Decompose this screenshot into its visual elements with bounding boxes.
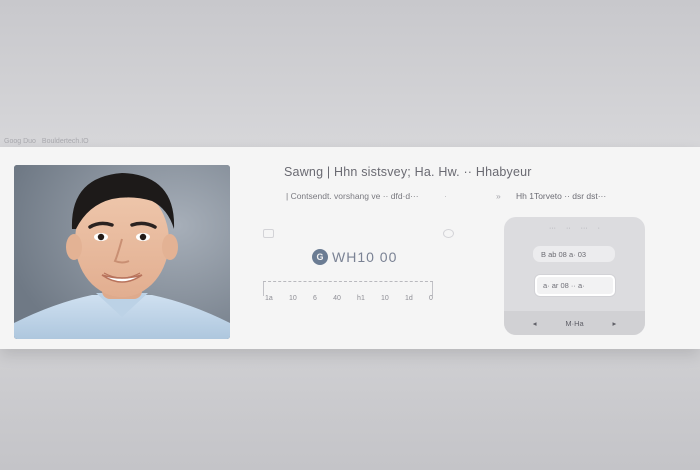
timeline-left-tick [263,282,264,296]
window-tabs: Goog Duo Bouldertech.IO [0,134,89,148]
profile-card: Sawng | Hhn sistsvey; Ha. Hw. ·· Hhabyeu… [0,147,700,349]
tab-2[interactable]: Bouldertech.IO [42,138,89,145]
panel-header: ··· ·· ··· · [504,225,645,232]
footer-right-icon[interactable]: ▸ [612,319,616,328]
panel-header-item: ··· [548,225,556,232]
tab-1[interactable]: Goog Duo [4,138,36,145]
panel-chip-selected[interactable]: a· ar 08 ·· a· [535,275,615,296]
panel-header-item: ··· [580,225,588,232]
profile-photo-image [14,165,230,339]
timeline-tick: 10 [381,295,389,302]
subline-trail: · [444,191,447,201]
brand-name: WH10 00 [332,249,398,265]
footer-left-icon[interactable]: ◂ [533,319,537,328]
next-control-icon[interactable] [443,229,454,238]
side-arrow-icon: » [496,191,501,201]
timeline-right-tick [432,282,433,296]
timeline-tick: 40 [333,295,341,302]
panel-header-item: · [597,225,600,232]
timeline-ticks: 1a 10 6 40 h1 10 1d 0 [265,295,433,302]
timeline-tick: 1d [405,295,413,302]
profile-photo [14,165,230,339]
panel-chip-primary[interactable]: B ab 08 a· 03 [533,246,615,262]
profile-headline: Sawng | Hhn sistsvey; Ha. Hw. ·· Hhabyeu… [284,165,532,179]
timeline-tick: 1a [265,295,273,302]
timeline-tick: h1 [357,295,365,302]
timeline: 1a 10 6 40 h1 10 1d 0 [263,281,433,302]
side-panel: ··· ·· ··· · B ab 08 a· 03 a· ar 08 ·· a… [504,217,645,335]
profile-subline: | Contsendt. vorshang ve ·· dfd·d··· [286,191,419,201]
prev-control-icon[interactable] [263,229,274,238]
timeline-tick: 6 [312,295,317,302]
footer-label[interactable]: M·Ha [565,319,583,328]
panel-header-item: ·· [565,225,571,232]
panel-footer: ◂ M·Ha ▸ [504,311,645,335]
brand-logo-icon: G [312,249,328,265]
brand: G WH10 00 [312,249,397,265]
side-panel-title: Hh 1Torveto ·· dsr dst··· [516,191,607,201]
timeline-tick: 10 [288,295,297,302]
timeline-tick: 0 [429,295,433,302]
